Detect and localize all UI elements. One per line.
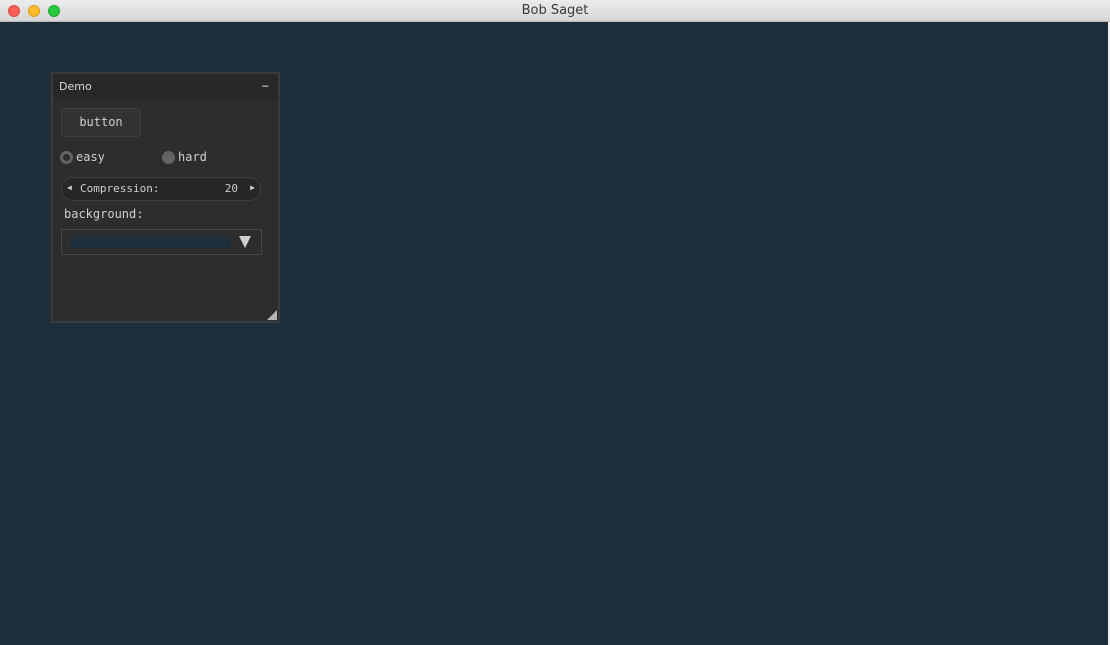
demo-button[interactable]: button xyxy=(61,108,141,137)
window-title: Bob Saget xyxy=(521,3,589,18)
background-label: background: xyxy=(64,207,144,221)
radio-hard-indicator[interactable] xyxy=(162,150,175,164)
triangle-down-icon[interactable] xyxy=(239,236,251,248)
background-color-combo[interactable] xyxy=(61,229,262,255)
radio-easy-indicator[interactable] xyxy=(60,150,73,164)
decrement-arrow-icon[interactable]: ◀ xyxy=(67,183,72,192)
panel-header[interactable]: Demo − xyxy=(53,74,278,101)
compression-value[interactable]: 20 xyxy=(225,182,238,195)
demo-panel: Demo − button easy hard ◀ Compression: 2… xyxy=(51,72,280,323)
panel-title: Demo xyxy=(59,80,92,93)
app-window: Bob Saget Demo − button easy hard ◀ Comp… xyxy=(0,0,1110,645)
radio-hard[interactable]: hard xyxy=(162,149,207,165)
panel-minimize-button[interactable]: − xyxy=(262,79,269,93)
radio-easy-label: easy xyxy=(76,150,105,164)
compression-property[interactable]: ◀ Compression: 20 ▶ xyxy=(61,177,261,201)
compression-label: Compression: xyxy=(80,182,160,195)
title-bar[interactable]: Bob Saget xyxy=(0,0,1110,22)
radio-easy[interactable]: easy xyxy=(60,149,105,165)
radio-hard-label: hard xyxy=(178,150,207,164)
increment-arrow-icon[interactable]: ▶ xyxy=(250,183,255,192)
resize-grip-icon[interactable] xyxy=(267,310,277,320)
background-color-swatch xyxy=(70,236,230,248)
